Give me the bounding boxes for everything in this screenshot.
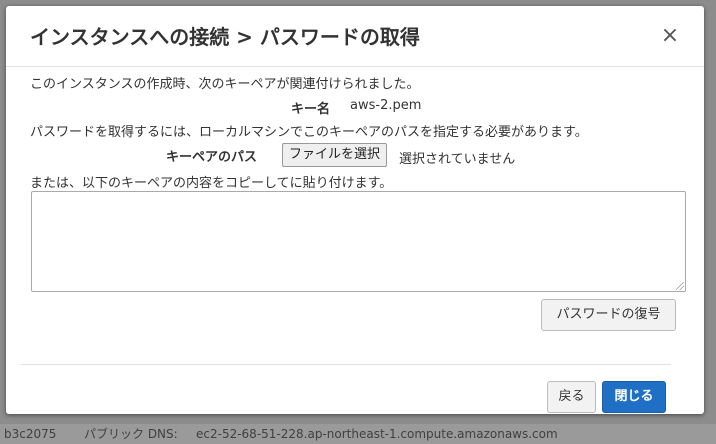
resize-grip-icon[interactable] bbox=[676, 282, 684, 290]
key-name-value: aws-2.pem bbox=[350, 98, 422, 113]
paste-instruction: または、以下のキーペアの内容をコピーしてに貼り付けます。 bbox=[30, 176, 393, 191]
dialog-header: インスタンスへの接続 > パスワードの取得 × bbox=[6, 6, 704, 67]
instruction-text: パスワードを取得するには、ローカルマシンでこのキーペアのパスを指定する必要があり… bbox=[30, 125, 588, 140]
background-instance-info: b3c2075 パブリック DNS: ec2-52-68-51-228.ap-n… bbox=[0, 424, 716, 444]
intro-text: このインスタンスの作成時、次のキーペアが関連付けられました。 bbox=[30, 77, 420, 92]
key-name-label: キー名 bbox=[291, 102, 331, 117]
close-button[interactable]: 閉じる bbox=[602, 381, 666, 413]
key-path-label: キーペアのパス bbox=[166, 150, 258, 165]
decrypt-password-button[interactable]: パスワードの復号 bbox=[541, 299, 676, 331]
choose-file-button[interactable]: ファイルを選択 bbox=[282, 143, 388, 167]
public-dns-label: パブリック DNS: bbox=[84, 427, 178, 441]
key-content-textarea[interactable] bbox=[31, 191, 686, 292]
footer-divider bbox=[21, 364, 671, 365]
back-button[interactable]: 戻る bbox=[547, 381, 596, 413]
instance-id-fragment: b3c2075 bbox=[4, 427, 57, 441]
public-dns-value: ec2-52-68-51-228.ap-northeast-1.compute.… bbox=[196, 427, 558, 441]
dialog-title: インスタンスへの接続 > パスワードの取得 bbox=[30, 25, 420, 49]
get-password-dialog: インスタンスへの接続 > パスワードの取得 × このインスタンスの作成時、次のキ… bbox=[6, 6, 704, 414]
close-icon[interactable]: × bbox=[658, 24, 682, 48]
file-status-text: 選択されていません bbox=[399, 152, 516, 167]
